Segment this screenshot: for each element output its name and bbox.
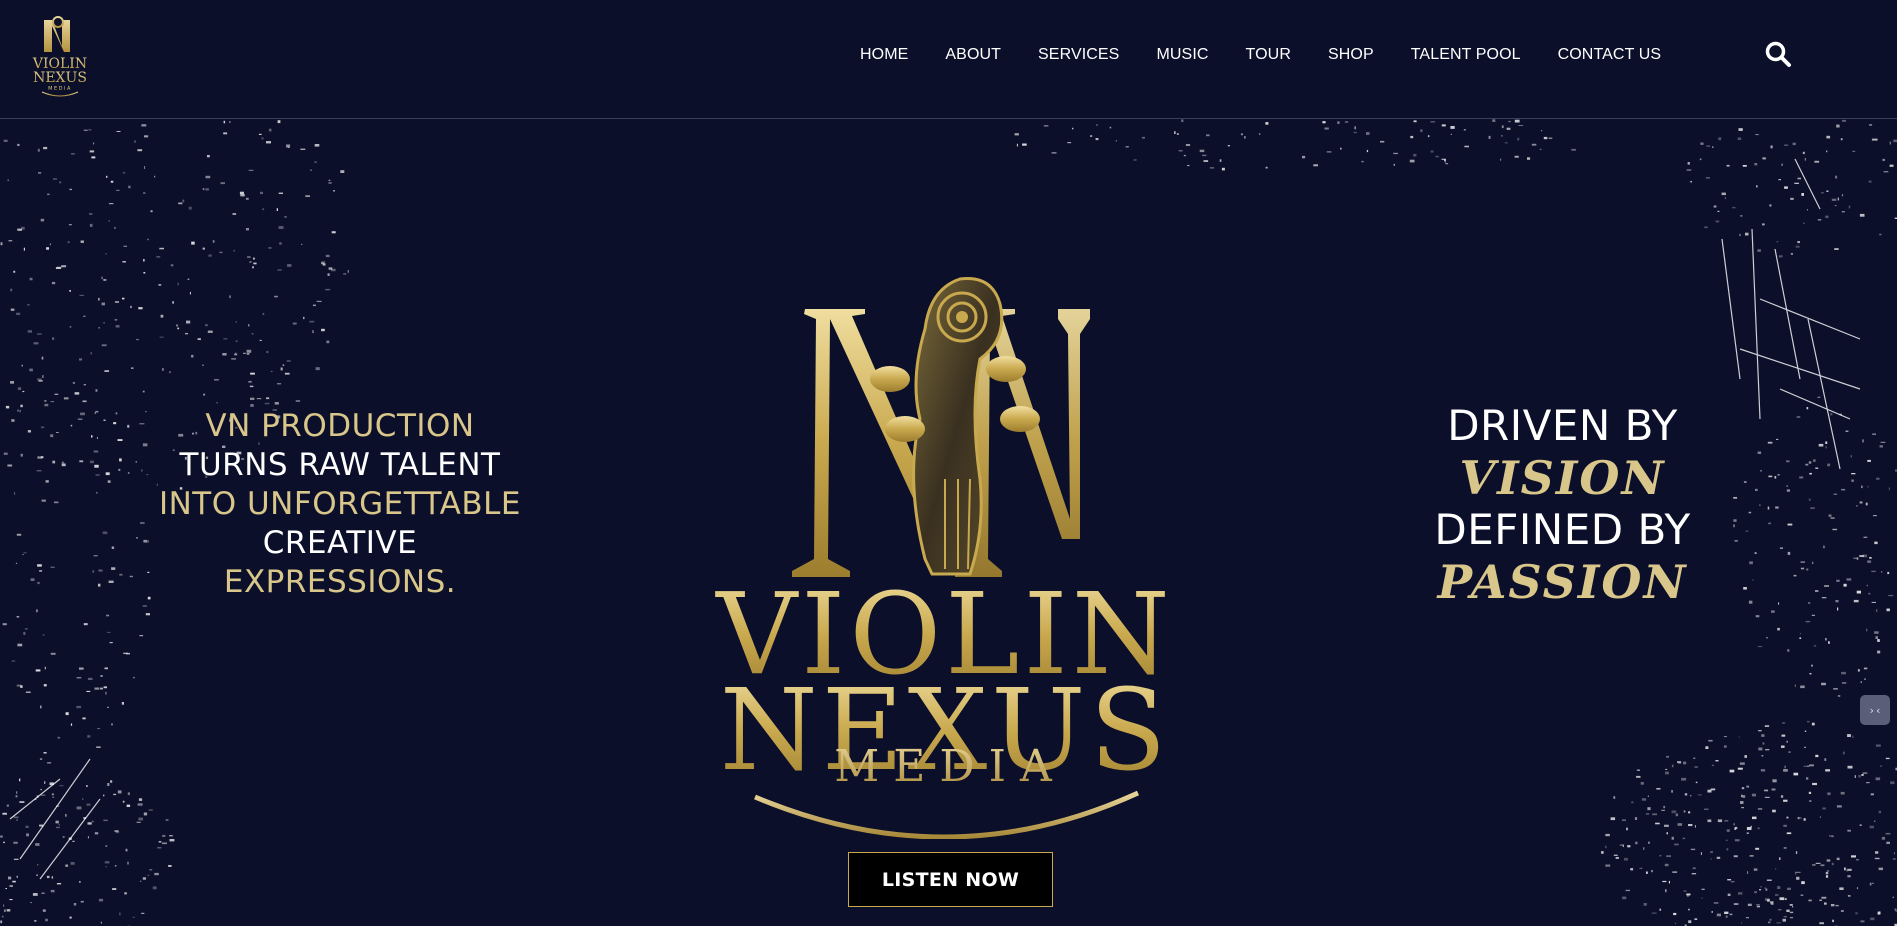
hero-motto: DRIVEN BY VISION DEFINED BY PASSION xyxy=(1410,401,1715,609)
nav-home[interactable]: HOME xyxy=(860,46,908,64)
motto-line: DEFINED BY xyxy=(1434,505,1691,554)
tagline-line: TURNS RAW TALENT xyxy=(179,447,501,483)
listen-now-button[interactable]: LISTEN NOW xyxy=(848,852,1053,907)
svg-text:NEXUS: NEXUS xyxy=(33,70,87,86)
nav-about[interactable]: ABOUT xyxy=(945,46,1001,64)
nav-services[interactable]: SERVICES xyxy=(1038,46,1119,64)
nav-contact-us[interactable]: CONTACT US xyxy=(1558,46,1662,64)
violin-nexus-logo: VIOLIN NEXUS xyxy=(714,277,1170,779)
logo-media-subtitle: MEDIA xyxy=(754,741,1140,839)
site-header: VIOLIN NEXUS MEDIA HOME ABOUT SERVICES M… xyxy=(0,0,1897,119)
tagline-line: CREATIVE xyxy=(262,525,418,561)
tagline-line: INTO UNFORGETTABLE xyxy=(158,486,522,522)
motto-word-vision: VISION xyxy=(1459,451,1666,505)
hero-tagline: VN PRODUCTION TURNS RAW TALENT INTO UNFO… xyxy=(140,407,540,602)
svg-text:MEDIA: MEDIA xyxy=(834,741,1066,792)
tagline-line: EXPRESSIONS. xyxy=(223,564,457,600)
hero-section: VN PRODUCTION TURNS RAW TALENT INTO UNFO… xyxy=(0,119,1897,926)
main-nav: HOME ABOUT SERVICES MUSIC TOUR SHOP TALE… xyxy=(860,46,1661,64)
nav-tour[interactable]: TOUR xyxy=(1246,46,1291,64)
site-logo[interactable]: VIOLIN NEXUS MEDIA xyxy=(22,12,98,98)
search-icon[interactable] xyxy=(1764,40,1792,68)
motto-line: DRIVEN BY xyxy=(1447,401,1678,450)
nav-music[interactable]: MUSIC xyxy=(1156,46,1208,64)
motto-word-passion: PASSION xyxy=(1437,555,1688,609)
nav-talent-pool[interactable]: TALENT POOL xyxy=(1411,46,1521,64)
nav-shop[interactable]: SHOP xyxy=(1328,46,1374,64)
svg-text:MEDIA: MEDIA xyxy=(48,86,72,92)
code-icon[interactable]: ›‹ xyxy=(1860,695,1890,725)
tagline-line: VN PRODUCTION xyxy=(205,408,475,444)
